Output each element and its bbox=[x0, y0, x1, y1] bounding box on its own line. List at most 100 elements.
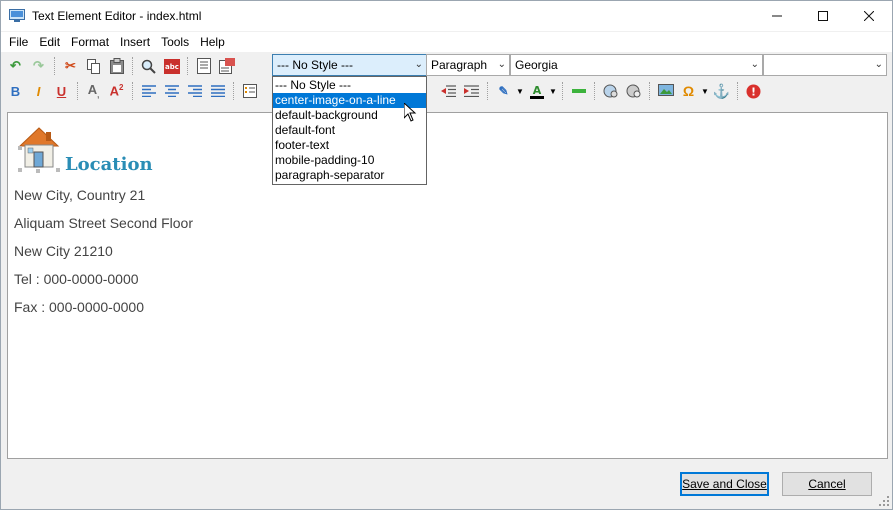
special-char-button[interactable]: Ω bbox=[677, 80, 700, 102]
superscript-icon: A2 bbox=[109, 83, 124, 99]
align-center-icon bbox=[164, 85, 179, 97]
indent-button[interactable] bbox=[460, 80, 483, 102]
menu-edit[interactable]: Edit bbox=[34, 32, 65, 52]
menu-insert[interactable]: Insert bbox=[115, 32, 155, 52]
style-option[interactable]: paragraph-separator bbox=[273, 168, 426, 183]
remove-link-button[interactable] bbox=[622, 80, 645, 102]
anchor-icon: ⚓ bbox=[712, 82, 731, 99]
font-select[interactable]: Georgia ⌄ bbox=[510, 54, 763, 76]
bold-button[interactable]: B bbox=[4, 80, 27, 102]
svg-text:!: ! bbox=[751, 85, 756, 98]
align-left-button[interactable] bbox=[137, 80, 160, 102]
horizontal-rule-icon bbox=[571, 89, 586, 93]
page-icon bbox=[196, 58, 211, 74]
anchor-button[interactable]: ⚓ bbox=[710, 80, 733, 102]
toolbar-row-1: ↶ ↷ ✂ abc bbox=[4, 54, 238, 78]
svg-text:A: A bbox=[532, 84, 541, 97]
undo-button[interactable]: ↶ bbox=[4, 55, 27, 77]
font-color-icon: A bbox=[529, 84, 544, 99]
special-char-dropdown[interactable]: ▼ bbox=[700, 80, 710, 102]
window-title: Text Element Editor - index.html bbox=[32, 9, 202, 23]
minimize-button[interactable] bbox=[754, 1, 800, 31]
toolbar-separator bbox=[132, 82, 133, 100]
insert-link-button[interactable] bbox=[599, 80, 622, 102]
about-button[interactable]: ! bbox=[742, 80, 765, 102]
address-line-3: New City 21210 bbox=[14, 243, 113, 259]
font-color-button[interactable]: A bbox=[525, 80, 548, 102]
toolbar-row-2: B I U A, A2 bbox=[4, 79, 261, 103]
maximize-icon bbox=[818, 11, 828, 21]
chevron-down-icon: ⌄ bbox=[414, 59, 423, 70]
address-line-1: New City, Country 21 bbox=[14, 187, 146, 203]
editor-content-area[interactable]: Location New City, Country 21 Aliquam St… bbox=[7, 112, 888, 459]
close-button[interactable] bbox=[846, 1, 892, 31]
toolbar-separator bbox=[562, 82, 563, 100]
link-icon bbox=[603, 84, 617, 97]
maximize-button[interactable] bbox=[800, 1, 846, 31]
highlighter-icon: ✎ bbox=[498, 84, 509, 98]
bullet-list-icon bbox=[242, 84, 257, 98]
underline-icon: U bbox=[56, 83, 67, 99]
save-and-close-button[interactable]: Save and Close bbox=[680, 472, 769, 496]
redo-button[interactable]: ↷ bbox=[27, 55, 50, 77]
bullet-list-button[interactable] bbox=[238, 80, 261, 102]
phone-line: Tel : 000-0000-0000 bbox=[14, 271, 139, 287]
cut-button[interactable]: ✂ bbox=[59, 55, 82, 77]
horizontal-rule-button[interactable] bbox=[567, 80, 590, 102]
toolbar-separator bbox=[649, 82, 650, 100]
align-right-button[interactable] bbox=[183, 80, 206, 102]
spellcheck-icon: abc bbox=[163, 58, 180, 74]
caret-down-icon: ▼ bbox=[516, 86, 524, 96]
italic-button[interactable]: I bbox=[27, 80, 50, 102]
highlight-button[interactable]: ✎ bbox=[492, 80, 515, 102]
toolbar-separator bbox=[187, 57, 188, 75]
find-button[interactable] bbox=[137, 55, 160, 77]
style-select[interactable]: --- No Style --- ⌄ bbox=[272, 54, 427, 76]
chevron-down-icon: ⌄ bbox=[750, 59, 759, 70]
toolbar-separator bbox=[54, 57, 55, 75]
menu-format[interactable]: Format bbox=[66, 32, 114, 52]
copy-icon bbox=[86, 58, 100, 74]
chevron-down-icon: ⌄ bbox=[497, 59, 506, 70]
chevron-down-icon: ⌄ bbox=[874, 59, 883, 70]
resize-grip-icon[interactable] bbox=[879, 496, 889, 506]
address-line-2: Aliquam Street Second Floor bbox=[14, 215, 193, 231]
alert-icon: ! bbox=[746, 84, 761, 98]
paste-button[interactable] bbox=[105, 55, 128, 77]
justify-button[interactable] bbox=[206, 80, 229, 102]
superscript-button[interactable]: A2 bbox=[105, 80, 128, 102]
cancel-button[interactable]: Cancel bbox=[782, 472, 872, 496]
style-option[interactable]: mobile-padding-10 bbox=[273, 153, 426, 168]
indent-icon bbox=[464, 85, 479, 97]
insert-image-button[interactable] bbox=[654, 80, 677, 102]
svg-text:abc: abc bbox=[165, 63, 179, 71]
highlight-dropdown[interactable]: ▼ bbox=[515, 80, 525, 102]
close-icon bbox=[864, 11, 874, 21]
subscript-button[interactable]: A, bbox=[82, 80, 105, 102]
outdent-button[interactable] bbox=[437, 80, 460, 102]
font-size-select[interactable]: ⌄ bbox=[763, 54, 887, 76]
source-button[interactable] bbox=[215, 55, 238, 77]
style-option[interactable]: footer-text bbox=[273, 138, 426, 153]
toolbar-separator bbox=[737, 82, 738, 100]
align-center-button[interactable] bbox=[160, 80, 183, 102]
page-button[interactable] bbox=[192, 55, 215, 77]
paste-icon bbox=[109, 58, 124, 74]
menu-file[interactable]: File bbox=[4, 32, 33, 52]
underline-button[interactable]: U bbox=[50, 80, 73, 102]
title-bar: Text Element Editor - index.html bbox=[1, 1, 892, 31]
menu-help[interactable]: Help bbox=[195, 32, 230, 52]
menu-tools[interactable]: Tools bbox=[156, 32, 194, 52]
style-option[interactable]: default-font bbox=[273, 123, 426, 138]
subscript-icon: A, bbox=[87, 82, 100, 100]
caret-down-icon: ▼ bbox=[549, 86, 557, 96]
source-code-icon bbox=[218, 58, 235, 74]
font-color-dropdown[interactable]: ▼ bbox=[548, 80, 558, 102]
font-select-value: Georgia bbox=[515, 58, 558, 72]
copy-button[interactable] bbox=[82, 55, 105, 77]
spellcheck-button[interactable]: abc bbox=[160, 55, 183, 77]
toolbar-separator bbox=[233, 82, 234, 100]
undo-icon: ↶ bbox=[10, 58, 21, 73]
block-format-select[interactable]: Paragraph ⌄ bbox=[426, 54, 510, 76]
style-option[interactable]: --- No Style --- bbox=[273, 78, 426, 93]
